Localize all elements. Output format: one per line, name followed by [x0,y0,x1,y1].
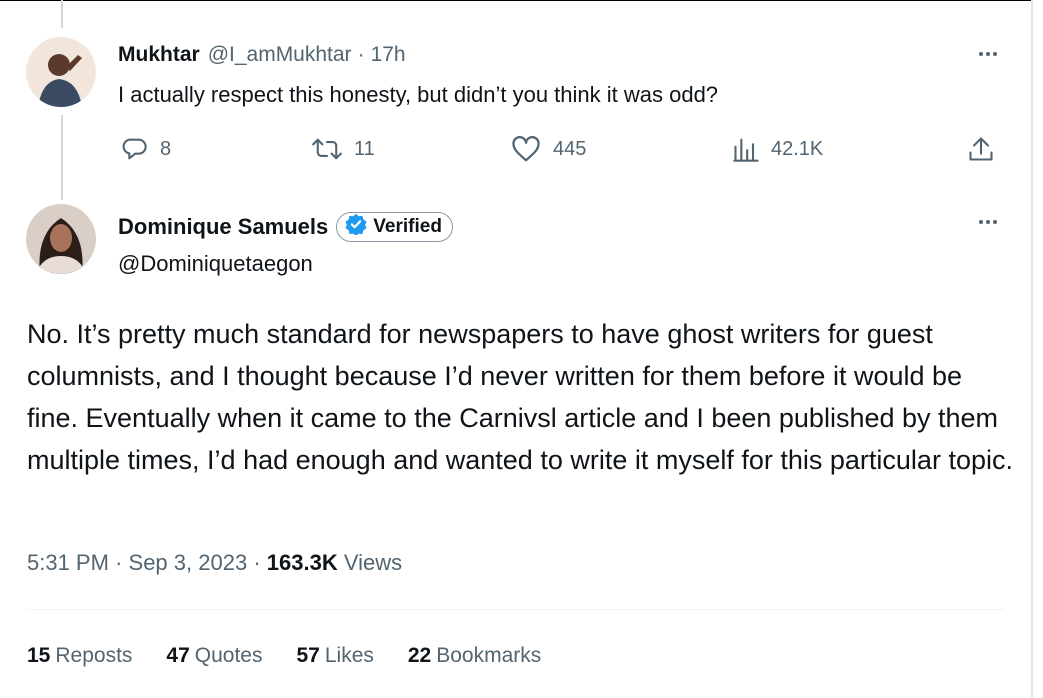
stat-likes[interactable]: 57 Likes [296,644,373,668]
stat-label: Reposts [55,644,133,667]
reply-time[interactable]: 17h [371,43,406,67]
speech-bubble-icon [120,135,148,163]
divider [27,609,1004,610]
repost-action[interactable]: 11 [312,135,375,163]
more-dots-icon[interactable] [973,212,1003,232]
heart-icon [511,135,541,163]
stat-label: Likes [324,644,374,667]
main-display-name[interactable]: Dominique Samuels [118,214,328,240]
tweet-date[interactable]: Sep 3, 2023 [129,550,248,575]
avatar-dominique[interactable] [26,204,96,274]
views-label: Views [343,550,403,575]
reply-separator: · [357,43,365,66]
tweet-time[interactable]: 5:31 PM [27,550,109,575]
like-action[interactable]: 445 [511,135,586,163]
views-count: 42.1K [771,137,824,160]
stat-label: Quotes [194,644,263,667]
more-dots-icon[interactable] [973,44,1003,64]
views-count: 163.3K [266,550,338,575]
reply-handle[interactable]: @I_amMukhtar [208,43,352,67]
thread-line-top [61,0,63,28]
top-border [0,0,1033,1]
stat-count: 57 [296,644,320,667]
tweet-meta: 5:31 PM · Sep 3, 2023 · 163.3K Views [27,550,402,576]
stat-reposts[interactable]: 15 Reposts [27,644,132,668]
like-count: 445 [553,137,587,160]
reply-action[interactable]: 8 [120,135,171,163]
thread-line-connector [61,115,63,200]
verified-badge-icon [345,213,367,241]
share-upload-icon [967,135,995,163]
avatar-mukhtar[interactable] [26,37,96,107]
verified-label: Verified [373,216,442,237]
meta-dot-1: · [115,550,123,575]
engagement-stats: 15 Reposts 47 Quotes 57 Likes 22 Bookmarks [27,644,541,668]
reply-text: I actually respect this honesty, but did… [118,82,719,107]
reply-display-name[interactable]: Mukhtar [118,43,200,67]
stat-count: 22 [407,644,432,667]
repost-arrows-icon [312,135,342,163]
stat-count: 15 [27,644,51,667]
reply-count: 8 [160,137,172,160]
reply-header: Mukhtar @I_amMukhtar · 17h [118,41,406,69]
stat-quotes[interactable]: 47 Quotes [166,644,262,668]
share-action[interactable] [967,135,995,163]
main-handle[interactable]: @Dominiquetaegon [118,251,313,277]
verified-badge-button[interactable]: Verified [336,212,453,242]
bar-chart-icon [733,135,759,163]
main-tweet-text: No. It’s pretty much standard for newspa… [27,319,1013,475]
meta-dot-2: · [253,550,261,575]
stat-count: 47 [166,644,190,667]
right-border [1031,0,1033,698]
main-tweet-header: Dominique Samuels Verified [118,208,453,246]
repost-count: 11 [354,137,375,160]
views-action[interactable]: 42.1K [733,135,823,163]
stat-label: Bookmarks [436,644,542,667]
stat-bookmarks[interactable]: 22 Bookmarks [408,644,541,668]
